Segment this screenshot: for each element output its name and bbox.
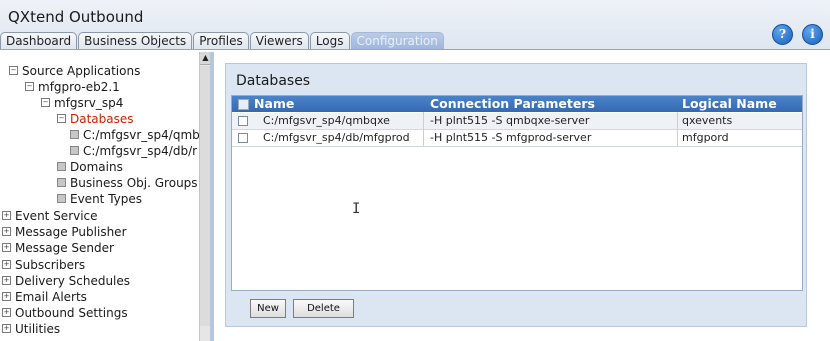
text-cursor-icon: I <box>352 201 361 217</box>
expand-icon[interactable]: + <box>2 260 11 269</box>
tree-item-business-obj-groups[interactable]: Business Obj. Groups <box>57 176 198 191</box>
tab-logs[interactable]: Logs <box>309 32 350 49</box>
row-checkbox[interactable] <box>238 116 248 126</box>
tree-item-domains[interactable]: Domains <box>57 160 123 175</box>
leaf-node-icon <box>70 130 79 139</box>
tab-profiles[interactable]: Profiles <box>193 32 249 49</box>
tree-item-subscribers[interactable]: + Subscribers <box>2 258 85 273</box>
tree-item-event-service[interactable]: + Event Service <box>2 209 98 224</box>
main-tabs: Dashboard Business Objects Profiles View… <box>0 32 445 49</box>
leaf-node-icon <box>70 146 79 155</box>
tree-item-mfgsrv[interactable]: − mfgsrv_sp4 <box>41 96 123 111</box>
collapse-icon[interactable]: − <box>25 82 34 91</box>
panel-title: Databases <box>236 73 311 89</box>
expand-icon[interactable]: + <box>2 211 11 220</box>
panel-splitter[interactable] <box>210 52 214 341</box>
delete-button[interactable]: Delete <box>293 299 354 318</box>
table-row[interactable]: C:/mfgsvr_sp4/qmbqxe -H plnt515 -S qmbqx… <box>232 113 802 130</box>
collapse-icon[interactable]: − <box>9 66 18 75</box>
column-header-connection[interactable]: Connection Parameters <box>430 96 595 112</box>
expand-icon[interactable]: + <box>2 276 11 285</box>
grid-header: Name Connection Parameters Logical Name <box>232 96 802 112</box>
tree-item-databases[interactable]: − Databases <box>57 112 134 127</box>
collapse-icon[interactable]: − <box>57 114 66 123</box>
new-button[interactable]: New <box>250 299 286 318</box>
collapse-icon[interactable]: − <box>41 98 50 107</box>
tree-item-db-qmb[interactable]: C:/mfgsvr_sp4/qmb <box>70 128 200 143</box>
row-connection: -H plnt515 -S mfgprod-server <box>430 131 592 144</box>
row-checkbox[interactable] <box>238 133 248 143</box>
expand-icon[interactable]: + <box>2 308 11 317</box>
tree-item-delivery-schedules[interactable]: + Delivery Schedules <box>2 274 130 289</box>
leaf-node-icon <box>57 194 66 203</box>
tree-item-db-mfgprod[interactable]: C:/mfgsvr_sp4/db/r <box>70 144 197 159</box>
help-icon[interactable]: ? <box>772 24 793 45</box>
databases-panel: Databases Name Connection Parameters Log… <box>225 63 807 327</box>
row-name: C:/mfgsvr_sp4/db/mfgprod <box>263 131 410 144</box>
row-logical-name: mfgpord <box>682 131 729 144</box>
select-all-checkbox[interactable] <box>238 99 249 110</box>
tree-item-email-alerts[interactable]: + Email Alerts <box>2 290 87 305</box>
databases-grid: Name Connection Parameters Logical Name … <box>231 95 803 291</box>
tab-business-objects[interactable]: Business Objects <box>78 32 193 49</box>
tree-item-message-publisher[interactable]: + Message Publisher <box>2 225 127 240</box>
tree-item-utilities[interactable]: + Utilities <box>2 322 60 337</box>
tree-item-event-types[interactable]: Event Types <box>57 192 142 207</box>
app-title: QXtend Outbound <box>8 8 144 26</box>
tab-dashboard[interactable]: Dashboard <box>0 32 78 49</box>
column-header-name[interactable]: Name <box>254 96 294 112</box>
column-separator <box>677 112 678 146</box>
tree-item-message-sender[interactable]: + Message Sender <box>2 241 114 256</box>
tab-configuration[interactable]: Configuration <box>350 32 444 49</box>
navigation-tree: − Source Applications − mfgpro-eb2.1 − mfgs… <box>0 52 200 341</box>
tree-item-source-applications[interactable]: − Source Applications <box>9 64 140 79</box>
expand-icon[interactable]: + <box>2 292 11 301</box>
expand-icon[interactable]: + <box>2 324 11 333</box>
column-separator <box>423 112 424 146</box>
leaf-node-icon <box>57 178 66 187</box>
row-name: C:/mfgsvr_sp4/qmbqxe <box>263 114 390 127</box>
grid-button-bar: New Delete <box>231 292 801 321</box>
row-connection: -H plnt515 -S qmbqxe-server <box>430 114 590 127</box>
column-header-logical-name[interactable]: Logical Name <box>682 96 777 112</box>
tree-item-mfgpro[interactable]: − mfgpro-eb2.1 <box>25 80 120 95</box>
row-logical-name: qxevents <box>682 114 733 127</box>
tree-item-outbound-settings[interactable]: + Outbound Settings <box>2 306 128 321</box>
app-header: QXtend Outbound Dashboard Business Objec… <box>0 0 830 50</box>
expand-icon[interactable]: + <box>2 227 11 236</box>
leaf-node-icon <box>57 162 66 171</box>
info-icon[interactable]: i <box>802 24 823 45</box>
table-row[interactable]: C:/mfgsvr_sp4/db/mfgprod -H plnt515 -S m… <box>232 130 802 147</box>
tab-viewers[interactable]: Viewers <box>249 32 309 49</box>
expand-icon[interactable]: + <box>2 243 11 252</box>
header-divider <box>0 49 830 50</box>
